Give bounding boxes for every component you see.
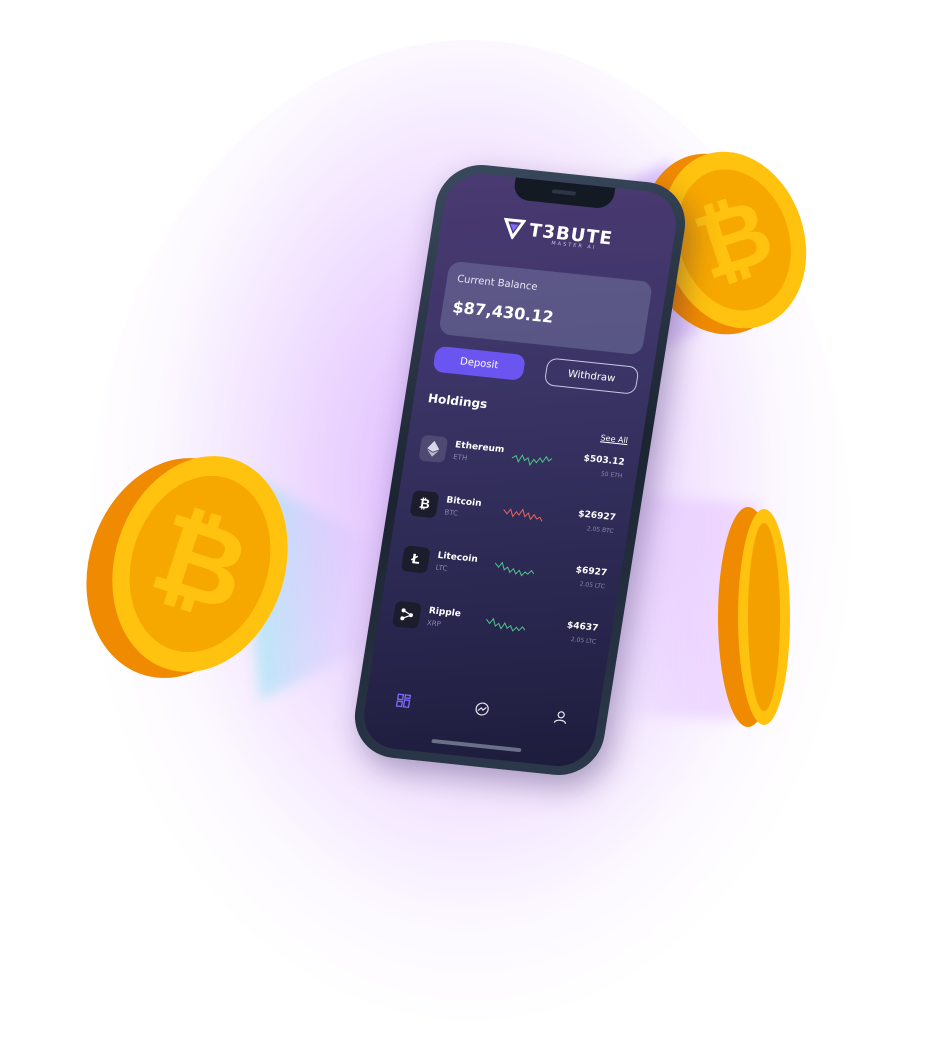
holdings-title: Holdings <box>427 391 489 412</box>
holding-price: $6927 <box>574 565 608 579</box>
holding-ticker: ETH <box>452 453 468 463</box>
sparkline <box>503 508 543 522</box>
speaker <box>551 189 577 196</box>
holding-price: $26927 <box>577 509 617 524</box>
balance-label: Current Balance <box>456 273 539 294</box>
hero-illustration: ₿ ₿ T3BUTE MASTER AI Current Balance $87… <box>0 0 927 1054</box>
brand-logo: T3BUTE MASTER AI <box>440 210 675 259</box>
holding-row-litecoin[interactable]: Ł Litecoin LTC $6927 2.05 LTC <box>399 541 609 606</box>
holding-amount: 2.05 LTC <box>570 636 597 646</box>
sparkline <box>494 561 535 577</box>
holding-amount: 2.05 BTC <box>586 525 615 535</box>
holding-row-ethereum[interactable]: Ethereum ETH $503.12 50 ETH <box>416 431 626 496</box>
see-all-link[interactable]: See All <box>600 433 629 445</box>
holding-price: $4637 <box>566 620 599 634</box>
bitcoin-icon: ₿ <box>409 489 440 519</box>
balance-card: Current Balance $87,430.12 <box>438 260 654 356</box>
bitcoin-coin-edge-right <box>718 507 790 727</box>
profile-icon[interactable] <box>553 710 569 725</box>
phone-notch <box>512 177 616 210</box>
withdraw-button[interactable]: Withdraw <box>543 357 640 395</box>
holding-price: $503.12 <box>582 453 626 468</box>
holding-row-ripple[interactable]: Ripple XRP $4637 2.05 LTC <box>390 597 600 662</box>
holding-row-bitcoin[interactable]: ₿ Bitcoin BTC $26927 2.05 BTC <box>407 486 617 551</box>
sparkline <box>485 617 526 632</box>
ethereum-icon <box>418 434 449 464</box>
holding-ticker: XRP <box>426 618 442 629</box>
holding-name: Litecoin <box>436 550 479 565</box>
holding-ticker: BTC <box>443 508 459 518</box>
deposit-button[interactable]: Deposit <box>432 345 527 381</box>
ripple-icon <box>391 600 422 629</box>
holding-amount: 2.05 LTC <box>579 580 606 591</box>
sparkline <box>511 454 553 467</box>
bottom-tab-bar <box>364 686 600 740</box>
holding-ticker: LTC <box>435 563 448 573</box>
holding-name: Bitcoin <box>445 495 483 510</box>
brand-shield-icon <box>503 217 526 241</box>
holding-name: Ripple <box>428 606 462 620</box>
litecoin-icon: Ł <box>400 545 431 574</box>
bitcoin-coin-left: ₿ <box>86 456 288 678</box>
chart-icon[interactable] <box>474 701 490 716</box>
dashboard-icon[interactable] <box>395 693 412 709</box>
home-indicator[interactable] <box>431 738 522 753</box>
holding-amount: 50 ETH <box>600 470 623 480</box>
balance-value: $87,430.12 <box>451 297 555 327</box>
